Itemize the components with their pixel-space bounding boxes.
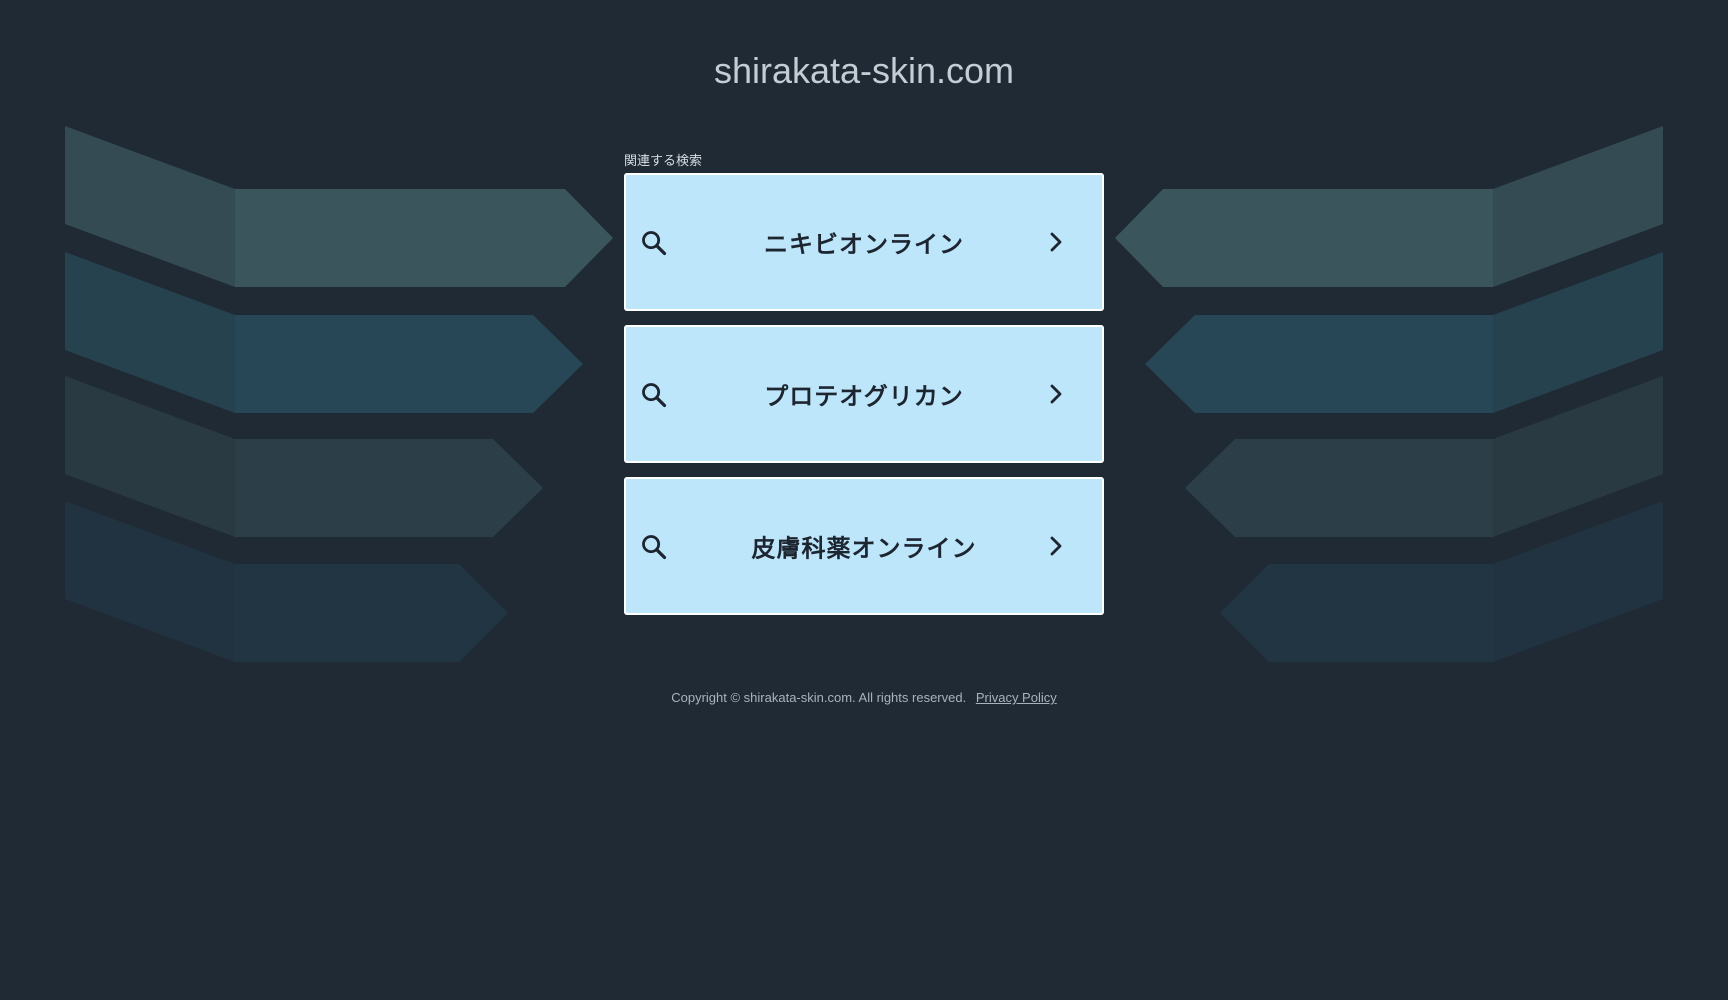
search-icon	[642, 535, 667, 560]
related-search-label: 皮膚科薬オンライン	[751, 535, 977, 563]
chevron-right-icon	[1050, 384, 1062, 404]
related-searches-label: 関連する検索	[624, 153, 703, 168]
related-search-item[interactable]: プロテオグリカン	[624, 325, 1104, 463]
related-searches-list: ニキビオンライン プロテオグリカン 皮膚科薬オンライン	[624, 173, 1104, 629]
parked-domain-page: shirakata-skin.com 関連する検索 ニキビオンライン プロテオグ…	[0, 0, 1728, 1000]
related-search-label: ニキビオンライン	[764, 231, 964, 259]
copyright-text: Copyright © shirakata-skin.com. All righ…	[671, 690, 967, 705]
search-icon	[642, 231, 667, 256]
privacy-policy-link[interactable]: Privacy Policy	[976, 690, 1057, 705]
page-title: shirakata-skin.com	[713, 50, 1015, 91]
related-search-item[interactable]: 皮膚科薬オンライン	[624, 477, 1104, 615]
related-search-item[interactable]: ニキビオンライン	[624, 173, 1104, 311]
related-search-label: プロテオグリカン	[764, 383, 964, 411]
chevron-right-icon	[1050, 232, 1062, 252]
search-icon	[642, 383, 667, 408]
footer: Copyright © shirakata-skin.com. All righ…	[0, 690, 1728, 705]
chevron-right-icon	[1050, 536, 1062, 556]
